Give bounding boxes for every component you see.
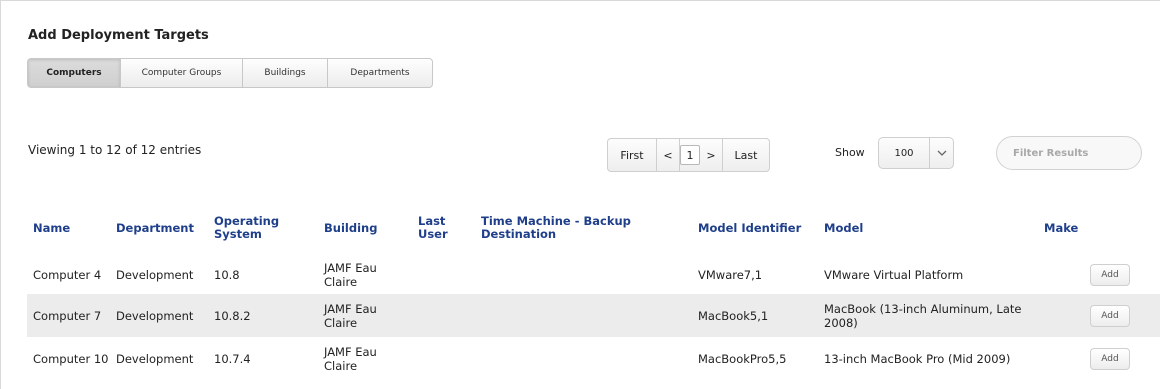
column-header-model[interactable]: Model xyxy=(818,205,1038,251)
tab-buildings[interactable]: Buildings xyxy=(243,59,328,87)
targets-table: Name Department Operating System Buildin… xyxy=(27,205,1160,380)
page-title: Add Deployment Targets xyxy=(28,28,209,43)
cell-model-identifier: MacBook5,1 xyxy=(698,308,769,323)
tab-computers[interactable]: Computers xyxy=(28,59,121,87)
tab-departments[interactable]: Departments xyxy=(328,59,432,87)
add-button[interactable]: Add xyxy=(1090,263,1130,286)
pagination: First < 1 > Last xyxy=(607,138,770,172)
cell-building: JAMF Eau Claire xyxy=(324,301,377,330)
page-size-select[interactable]: 100 xyxy=(878,137,954,169)
cell-os: 10.8 xyxy=(214,267,240,282)
cell-department: Development xyxy=(116,308,194,323)
cell-model: MacBook (13-inch Aluminum, Late 2008) xyxy=(824,301,1022,330)
cell-time-machine xyxy=(475,251,692,294)
table-row: Computer 4 Development 10.8 JAMF Eau Cla… xyxy=(27,251,1160,294)
cell-name: Computer 7 xyxy=(33,308,102,323)
cell-action: Add xyxy=(1080,294,1160,337)
next-page-button[interactable]: > xyxy=(700,139,723,171)
cell-os: 10.7.4 xyxy=(214,351,251,366)
cell-time-machine xyxy=(475,337,692,380)
add-button[interactable]: Add xyxy=(1090,304,1130,327)
column-header-action xyxy=(1080,205,1160,251)
table-row: Computer 10 Development 10.7.4 JAMF Eau … xyxy=(27,337,1160,380)
column-header-last-user[interactable]: Last User xyxy=(412,205,475,251)
column-header-building[interactable]: Building xyxy=(318,205,412,251)
column-header-operating-system[interactable]: Operating System xyxy=(208,205,318,251)
cell-building: JAMF Eau Claire xyxy=(324,344,377,373)
cell-make xyxy=(1038,294,1080,337)
cell-last-user xyxy=(412,337,475,380)
cell-make xyxy=(1038,251,1080,294)
cell-building: JAMF Eau Claire xyxy=(324,260,377,289)
tab-computer-groups[interactable]: Computer Groups xyxy=(121,59,243,87)
target-type-tabs: Computers Computer Groups Buildings Depa… xyxy=(27,58,433,88)
cell-last-user xyxy=(412,294,475,337)
table-row: Computer 7 Development 10.8.2 JAMF Eau C… xyxy=(27,294,1160,337)
cell-model-identifier: VMware7,1 xyxy=(698,267,763,282)
column-header-model-identifier[interactable]: Model Identifier xyxy=(692,205,818,251)
cell-model-identifier: MacBookPro5,5 xyxy=(698,351,787,366)
cell-action: Add xyxy=(1080,251,1160,294)
cell-name: Computer 10 xyxy=(33,351,109,366)
cell-make xyxy=(1038,337,1080,380)
column-header-time-machine[interactable]: Time Machine - Backup Destination xyxy=(475,205,692,251)
cell-time-machine xyxy=(475,294,692,337)
cell-name: Computer 4 xyxy=(33,267,102,282)
current-page-number[interactable]: 1 xyxy=(680,145,700,165)
filter-results-input[interactable] xyxy=(996,136,1142,170)
cell-last-user xyxy=(412,251,475,294)
page-size-value: 100 xyxy=(879,138,930,168)
last-page-button[interactable]: Last xyxy=(723,139,769,171)
show-label: Show xyxy=(835,146,865,159)
column-header-department[interactable]: Department xyxy=(110,205,208,251)
add-button[interactable]: Add xyxy=(1090,347,1130,370)
cell-action: Add xyxy=(1080,337,1160,380)
entries-count: Viewing 1 to 12 of 12 entries xyxy=(28,143,202,157)
prev-page-button[interactable]: < xyxy=(657,139,680,171)
table-header-row: Name Department Operating System Buildin… xyxy=(27,205,1160,251)
cell-department: Development xyxy=(116,351,194,366)
cell-model: VMware Virtual Platform xyxy=(824,267,964,282)
cell-os: 10.8.2 xyxy=(214,308,251,323)
column-header-make[interactable]: Make xyxy=(1038,205,1080,251)
first-page-button[interactable]: First xyxy=(608,139,657,171)
column-header-name[interactable]: Name xyxy=(27,205,110,251)
cell-department: Development xyxy=(116,267,194,282)
chevron-down-icon xyxy=(930,138,953,168)
cell-model: 13-inch MacBook Pro (Mid 2009) xyxy=(824,351,1011,366)
